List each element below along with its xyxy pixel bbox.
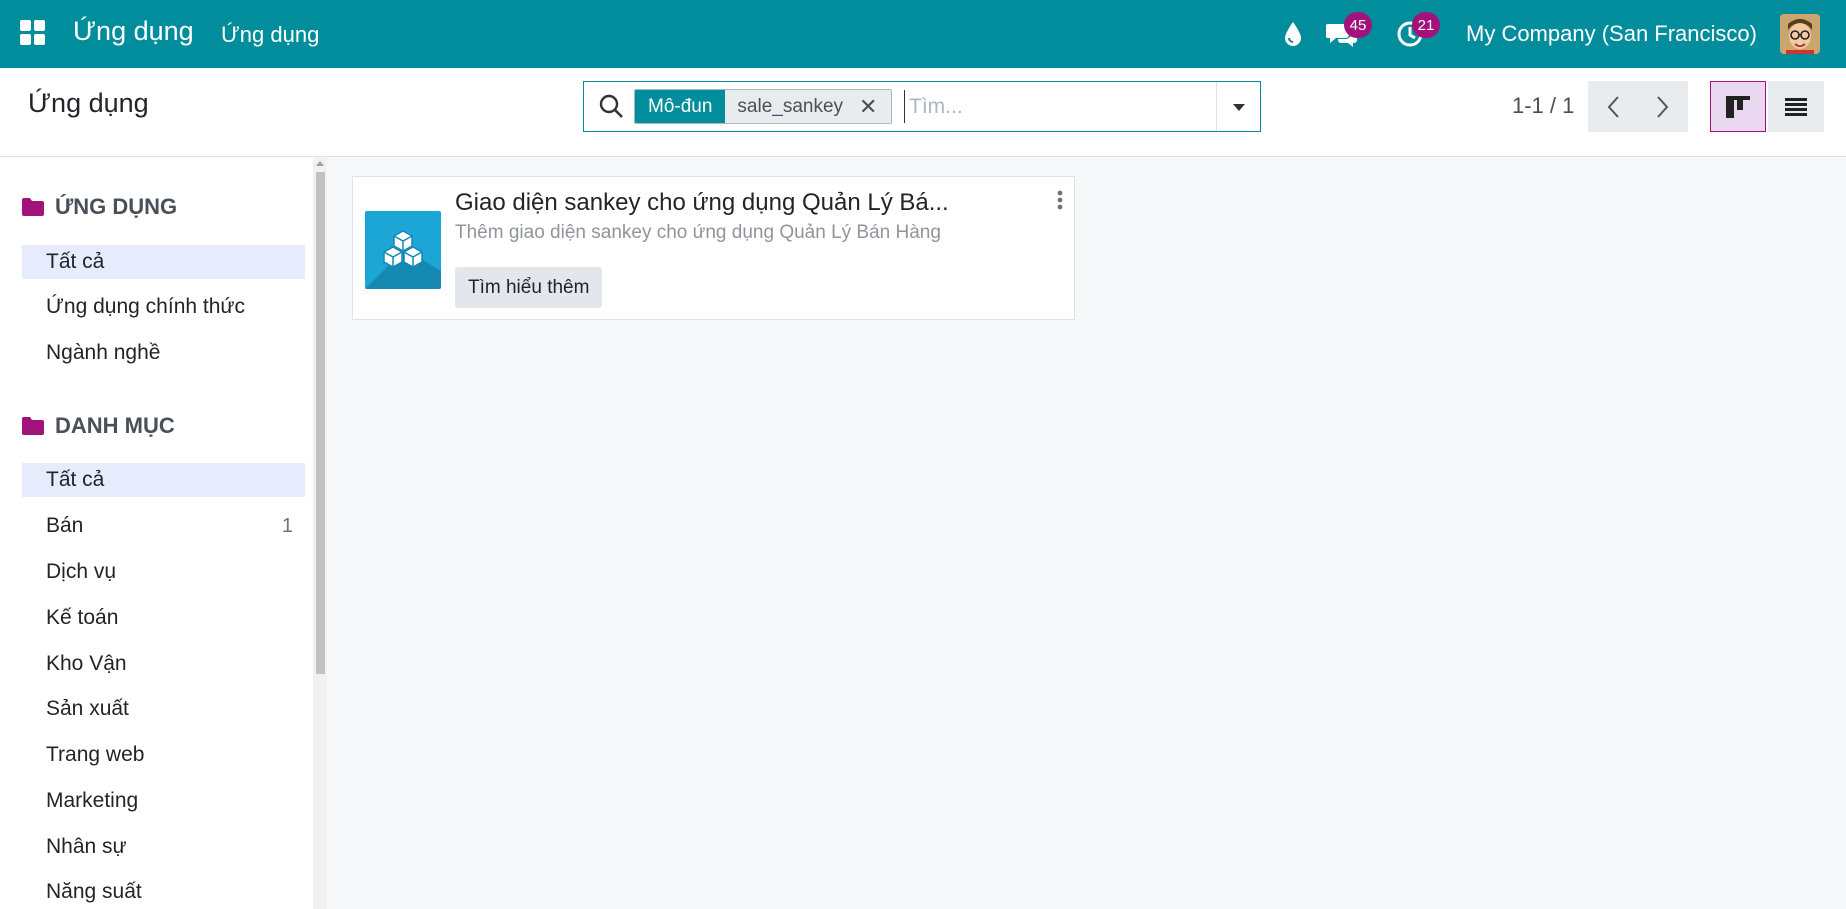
sidebar-item-label: Sản xuất xyxy=(46,697,129,720)
module-cubes-icon xyxy=(365,211,441,289)
folder-icon xyxy=(22,198,44,216)
chevron-left-icon xyxy=(1607,95,1619,118)
pager-value[interactable]: 1-1 / 1 xyxy=(1512,93,1574,119)
facet-value: sale_sankey xyxy=(725,90,856,123)
search-panel-sidebar: ỨNG DỤNG Tất cả Ứng dụng chính thức Ngàn… xyxy=(0,158,313,909)
sidebar-scrollbar[interactable] xyxy=(313,158,327,909)
facet-label: Mô-đun xyxy=(635,90,726,123)
apps-heading-label: ỨNG DỤNG xyxy=(55,194,178,219)
category-item[interactable]: Marketing xyxy=(22,784,305,818)
sidebar-item-label: Ngành nghề xyxy=(46,341,161,364)
search-facet: Mô-đun sale_sankey ✕ xyxy=(634,89,893,124)
search-icon xyxy=(599,94,623,118)
search-box: Mô-đun sale_sankey ✕ xyxy=(583,81,1261,132)
list-view-button[interactable] xyxy=(1768,81,1824,132)
apps-filter-industries[interactable]: Ngành nghề xyxy=(22,336,305,370)
pager-previous-button[interactable] xyxy=(1588,81,1638,132)
sidebar-item-label: Ứng dụng chính thức xyxy=(46,295,245,318)
category-item[interactable]: Bán 1 xyxy=(22,509,305,543)
categories-section-heading: DANH MỤC xyxy=(22,413,175,439)
category-item[interactable]: Năng suất xyxy=(22,875,305,909)
user-avatar[interactable] xyxy=(1780,14,1820,54)
facet-remove-icon[interactable]: ✕ xyxy=(855,90,892,123)
category-item[interactable]: Kho Vận xyxy=(22,647,305,681)
category-item[interactable]: Dịch vụ xyxy=(22,555,305,589)
kanban-icon xyxy=(1726,95,1750,118)
kebab-menu-icon[interactable] xyxy=(1054,189,1066,213)
apps-filter-official[interactable]: Ứng dụng chính thức xyxy=(22,290,305,324)
company-switcher[interactable]: My Company (San Francisco) xyxy=(1466,21,1757,47)
category-item[interactable]: Nhân sự xyxy=(22,830,305,864)
sidebar-item-label: Trang web xyxy=(46,743,145,766)
sidebar-item-label: Marketing xyxy=(46,789,139,812)
module-summary: Thêm giao diện sankey cho ứng dụng Quản … xyxy=(455,222,941,243)
sidebar-item-label: Tất cả xyxy=(46,250,105,273)
apps-filter-all[interactable]: Tất cả xyxy=(22,245,305,279)
control-panel: Ứng dụng Mô-đun sale_sankey ✕ 1-1 / 1 xyxy=(0,68,1846,157)
activities-count-badge: 21 xyxy=(1412,12,1440,38)
folder-icon xyxy=(22,417,44,435)
list-icon xyxy=(1785,97,1807,116)
category-count: 1 xyxy=(281,514,293,537)
category-item[interactable]: Tất cả xyxy=(22,463,305,497)
app-grid-icon[interactable] xyxy=(20,20,46,46)
scroll-up-arrow-icon[interactable] xyxy=(316,161,324,166)
sidebar-item-label: Bán xyxy=(46,514,84,537)
category-item[interactable]: Sản xuất xyxy=(22,692,305,726)
categories-heading-label: DANH MỤC xyxy=(55,413,175,438)
search-options-toggle[interactable] xyxy=(1216,82,1260,131)
apps-section-heading: ỨNG DỤNG xyxy=(22,194,177,220)
nav-menu-apps[interactable]: Ứng dụng xyxy=(221,22,319,48)
category-item[interactable]: Trang web xyxy=(22,738,305,772)
brand-title[interactable]: Ứng dụng xyxy=(73,16,194,47)
sidebar-item-label: Nhân sự xyxy=(46,835,127,858)
scrollbar-thumb[interactable] xyxy=(316,172,325,674)
kanban-view-button[interactable] xyxy=(1710,81,1766,132)
chevron-right-icon xyxy=(1657,95,1669,118)
learn-more-button[interactable]: Tìm hiểu thêm xyxy=(455,267,603,308)
debug-drop-icon[interactable] xyxy=(1275,16,1311,52)
search-input[interactable] xyxy=(904,90,1214,123)
page-title: Ứng dụng xyxy=(28,88,149,118)
sidebar-item-label: Dịch vụ xyxy=(46,560,117,583)
module-card[interactable]: Giao diện sankey cho ứng dụng Quản Lý Bá… xyxy=(352,176,1075,320)
messages-count-badge: 45 xyxy=(1344,12,1372,38)
messages-icon[interactable]: 45 xyxy=(1324,12,1372,52)
category-item[interactable]: Kế toán xyxy=(22,601,305,635)
sidebar-item-label: Kế toán xyxy=(46,606,119,629)
sidebar-item-label: Tất cả xyxy=(46,468,105,491)
module-title: Giao diện sankey cho ứng dụng Quản Lý Bá… xyxy=(455,189,949,216)
pager-next-button[interactable] xyxy=(1638,81,1688,132)
activities-clock-icon[interactable]: 21 xyxy=(1392,12,1440,52)
caret-down-icon xyxy=(1232,103,1245,111)
top-navbar: Ứng dụng Ứng dụng 45 21 My Company (San … xyxy=(0,0,1846,68)
sidebar-item-label: Kho Vận xyxy=(46,652,127,675)
sidebar-item-label: Năng suất xyxy=(46,880,142,903)
